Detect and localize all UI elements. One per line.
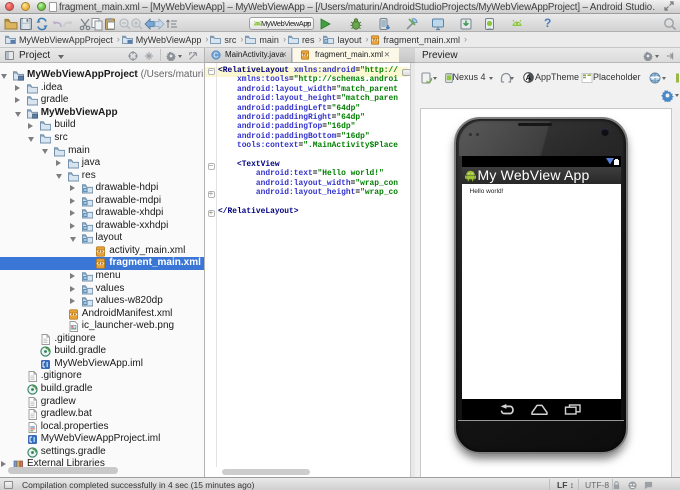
svg-text:A: A	[526, 73, 532, 82]
svg-text:C: C	[213, 52, 218, 60]
